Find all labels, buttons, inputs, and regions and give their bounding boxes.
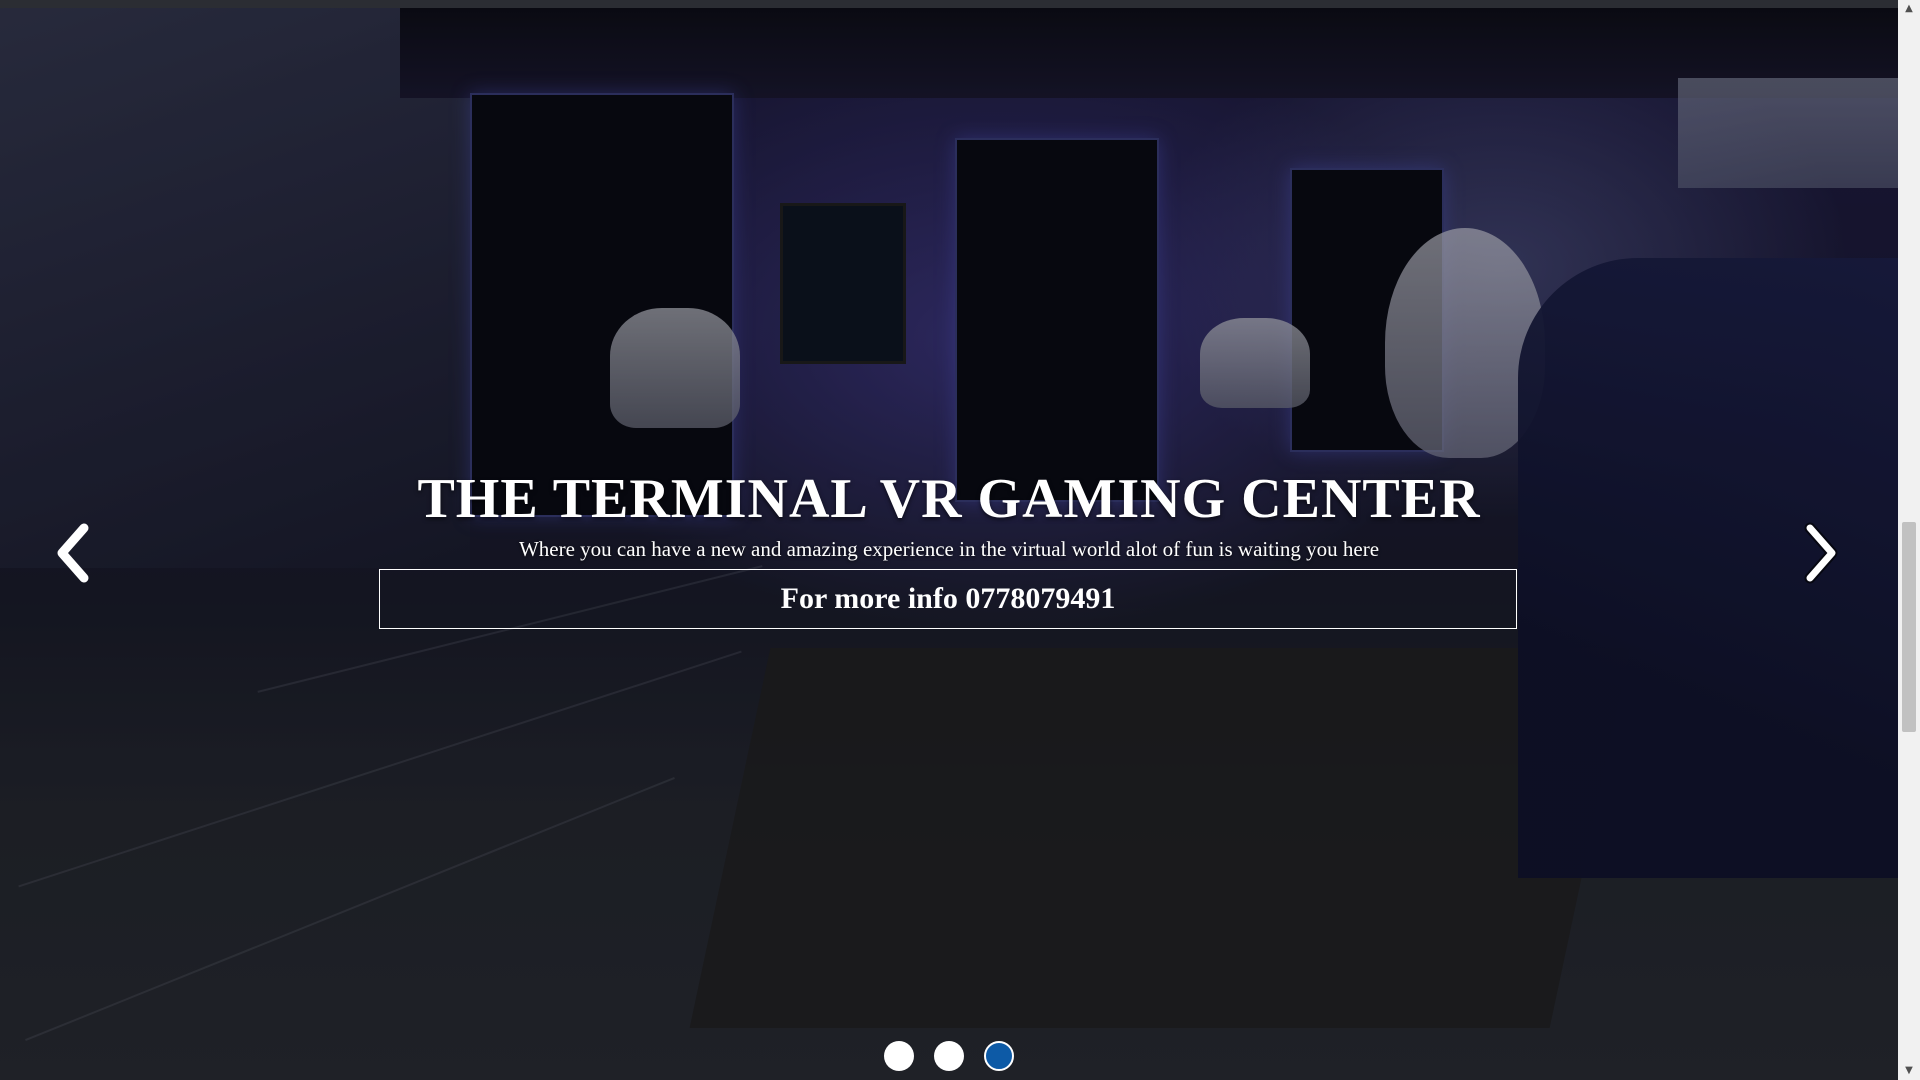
scroll-down-button[interactable]: ▼ [1898,1062,1920,1080]
more-info-button[interactable]: For more info 0778079491 [379,569,1517,629]
scroll-up-button[interactable]: ▲ [1898,0,1920,18]
chevron-left-icon [57,523,89,583]
carousel-indicators [0,1041,1898,1071]
hero-subtitle: Where you can have a new and amazing exp… [518,537,1380,561]
hero-carousel: THE TERMINAL VR GAMING CENTER Where you … [0,8,1898,1080]
page-scrollbar[interactable]: ▲ ▼ [1898,0,1920,1080]
carousel-prev-button[interactable] [48,518,108,588]
scroll-thumb[interactable] [1902,522,1916,732]
carousel-indicator-1[interactable] [884,1041,914,1071]
hero-title: THE TERMINAL VR GAMING CENTER [417,468,1481,530]
slide-caption: THE TERMINAL VR GAMING CENTER Where you … [0,463,1898,563]
carousel-next-button[interactable] [1790,518,1850,588]
chevron-right-icon [1804,522,1838,584]
carousel-indicator-2[interactable] [934,1041,964,1071]
carousel-indicator-3[interactable] [984,1041,1014,1071]
top-bar [0,0,1898,8]
